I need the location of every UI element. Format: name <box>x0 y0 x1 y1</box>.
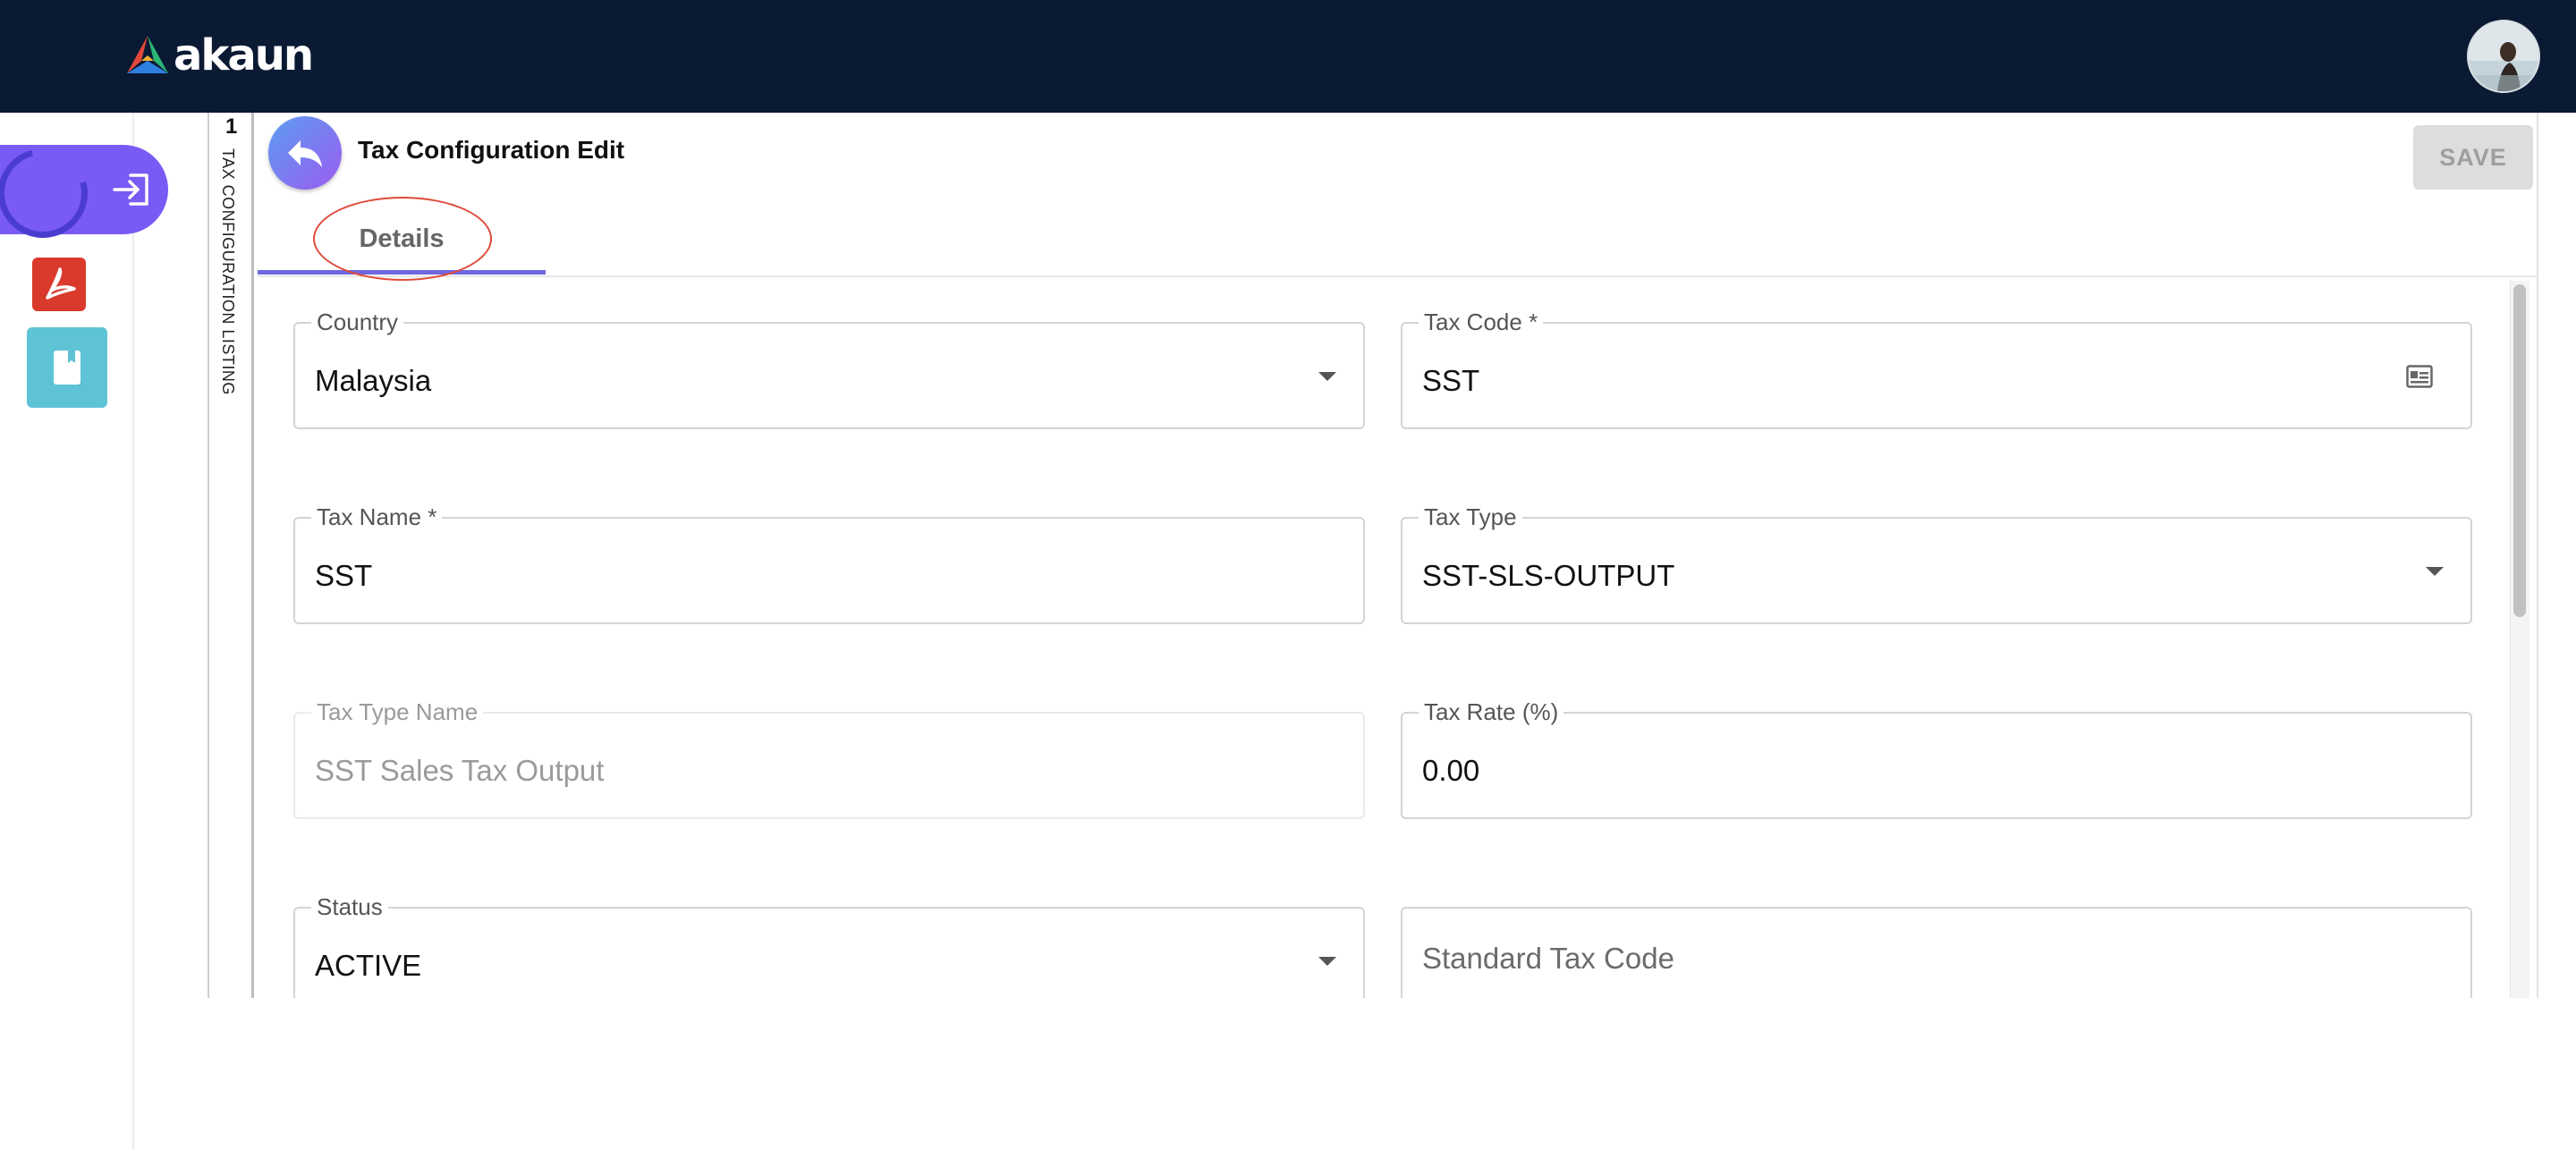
chevron-down-icon[interactable] <box>1318 372 1336 381</box>
user-avatar[interactable] <box>2467 20 2540 93</box>
tax-rate-value: 0.00 <box>1422 754 1480 787</box>
login-icon[interactable] <box>111 172 152 207</box>
status-value: ACTIVE <box>315 949 422 982</box>
scrollbar-thumb[interactable] <box>2513 284 2526 617</box>
acrobat-app-button[interactable] <box>32 258 86 311</box>
tax-type-select[interactable]: Tax Type SST-SLS-OUTPUT <box>1401 503 2472 624</box>
listing-label[interactable]: TAX CONFIGURATION LISTING <box>218 148 237 395</box>
tax-code-value: SST <box>1422 364 1480 397</box>
acrobat-icon <box>46 267 76 300</box>
tax-code-field[interactable]: Tax Code * SST <box>1401 308 2472 429</box>
save-button[interactable]: SAVE <box>2413 125 2533 190</box>
status-select[interactable]: Status ACTIVE <box>293 892 1365 998</box>
akaun-logo-icon <box>127 36 168 73</box>
tax-rate-label: Tax Rate (%) <box>1419 698 1564 726</box>
standard-tax-code-field[interactable]: Standard Tax Code <box>1401 907 2472 998</box>
brand-name: akaun <box>174 30 314 80</box>
id-card-icon[interactable] <box>2406 365 2433 388</box>
tax-name-label: Tax Name * <box>311 503 443 531</box>
page-title: Tax Configuration Edit <box>358 136 625 164</box>
back-button[interactable] <box>268 116 342 190</box>
form-area: Country Malaysia Tax Code * SST Tax Name… <box>256 281 2508 998</box>
standard-tax-code-placeholder: Standard Tax Code <box>1422 942 1674 975</box>
book-app-button[interactable] <box>27 327 107 408</box>
tax-type-label: Tax Type <box>1419 503 1522 531</box>
tax-type-name-value: SST Sales Tax Output <box>315 754 605 787</box>
country-select[interactable]: Country Malaysia <box>293 308 1365 429</box>
country-value: Malaysia <box>315 364 432 397</box>
chevron-down-icon[interactable] <box>2426 567 2444 576</box>
tax-type-name-label: Tax Type Name <box>311 698 484 726</box>
avatar-photo-icon <box>2469 21 2538 91</box>
tax-name-value: SST <box>315 559 373 592</box>
tax-type-name-field: Tax Type Name SST Sales Tax Output <box>293 698 1365 819</box>
top-bar: akaun <box>0 0 2576 113</box>
tax-type-value: SST-SLS-OUTPUT <box>1422 559 1675 592</box>
brand-logo[interactable]: akaun <box>125 30 314 80</box>
tabs-divider <box>258 275 2537 277</box>
listing-count: 1 <box>225 114 238 139</box>
chevron-down-icon[interactable] <box>1318 957 1336 966</box>
tax-name-field[interactable]: Tax Name * SST <box>293 503 1365 624</box>
country-label: Country <box>311 308 404 336</box>
book-icon <box>54 351 80 385</box>
tax-rate-field[interactable]: Tax Rate (%) 0.00 <box>1401 698 2472 819</box>
status-label: Status <box>311 892 388 921</box>
highlight-annotation <box>313 197 492 281</box>
back-arrow-icon <box>288 140 322 167</box>
tax-code-label: Tax Code * <box>1419 308 1544 336</box>
